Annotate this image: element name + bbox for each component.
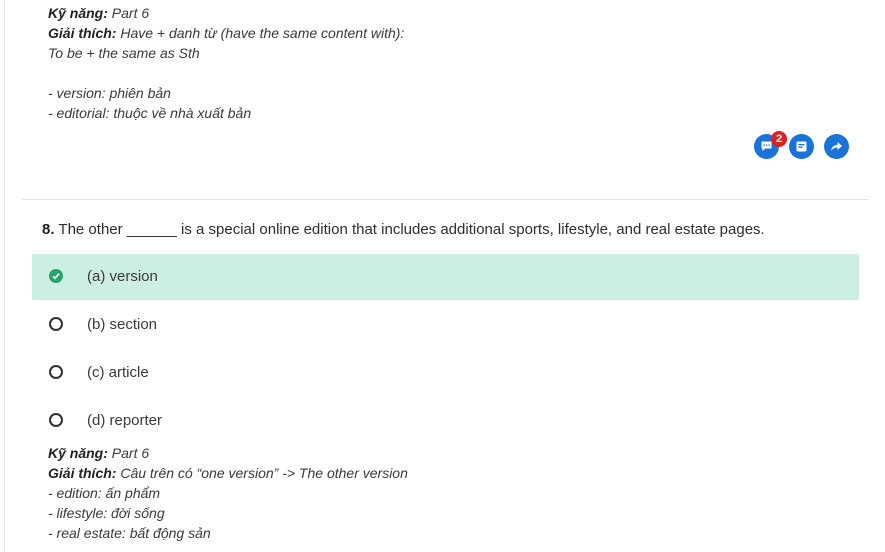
question-explanation: Kỹ năng: Part 6 Giải thích: Câu trên có … bbox=[48, 443, 408, 543]
option-c[interactable]: (c) article bbox=[32, 350, 859, 396]
comment-count-badge: 2 bbox=[771, 131, 787, 147]
radio-icon[interactable] bbox=[49, 317, 63, 331]
note-button[interactable] bbox=[789, 134, 814, 159]
share-arrow-icon bbox=[831, 142, 842, 151]
explain-label: Giải thích: bbox=[48, 25, 117, 41]
radio-icon[interactable] bbox=[49, 365, 63, 379]
option-b-label: (b) section bbox=[87, 316, 158, 333]
explain-value: Câu trên có “one version” -> The other v… bbox=[120, 465, 408, 481]
explain-blank bbox=[48, 63, 404, 83]
radio-icon[interactable] bbox=[49, 413, 63, 427]
explain-text: - edition: ấn phẩm bbox=[48, 485, 161, 501]
comment-button[interactable]: 2 bbox=[754, 131, 787, 159]
skill-value: Part 6 bbox=[111, 5, 150, 21]
note-icon bbox=[796, 141, 807, 152]
check-circle-icon[interactable] bbox=[49, 269, 63, 283]
explain-text: - real estate: bất động sản bbox=[48, 525, 211, 541]
question-body: The other ______ is a special online edi… bbox=[58, 221, 765, 238]
skill-label: Kỹ năng: bbox=[48, 445, 108, 461]
explain-text: - editorial: thuộc về nhà xuất bản bbox=[48, 105, 252, 121]
explain-line: Giải thích: Câu trên có “one version” ->… bbox=[48, 463, 408, 483]
explain-text: - version: phiên bản bbox=[48, 85, 171, 101]
option-d-label: (d) reporter bbox=[87, 412, 163, 429]
skill-label: Kỹ năng: bbox=[48, 5, 108, 21]
question-number: 8. bbox=[42, 221, 55, 238]
previous-explanation: Kỹ năng: Part 6 Giải thích: Have + danh … bbox=[48, 3, 404, 123]
explain-label: Giải thích: bbox=[48, 465, 117, 481]
skill-value: Part 6 bbox=[111, 445, 150, 461]
explain-value: Have + danh từ (have the same content wi… bbox=[120, 25, 405, 41]
section-divider bbox=[22, 199, 869, 200]
explain-text: To be + the same as Sth bbox=[48, 45, 200, 61]
explain-line: Giải thích: Have + danh từ (have the sam… bbox=[48, 23, 404, 43]
option-c-label: (c) article bbox=[87, 364, 149, 381]
question-text: 8. The other ______ is a special online … bbox=[42, 221, 765, 238]
left-border bbox=[4, 0, 5, 552]
option-b[interactable]: (b) section bbox=[32, 302, 859, 348]
option-d[interactable]: (d) reporter bbox=[32, 398, 859, 444]
option-a[interactable]: (a) version bbox=[32, 254, 859, 300]
share-button[interactable] bbox=[824, 134, 849, 159]
explain-text: - lifestyle: đời sống bbox=[48, 505, 165, 521]
skill-line: Kỹ năng: Part 6 bbox=[48, 3, 404, 23]
option-a-label: (a) version bbox=[87, 268, 158, 285]
skill-line: Kỹ năng: Part 6 bbox=[48, 443, 408, 463]
